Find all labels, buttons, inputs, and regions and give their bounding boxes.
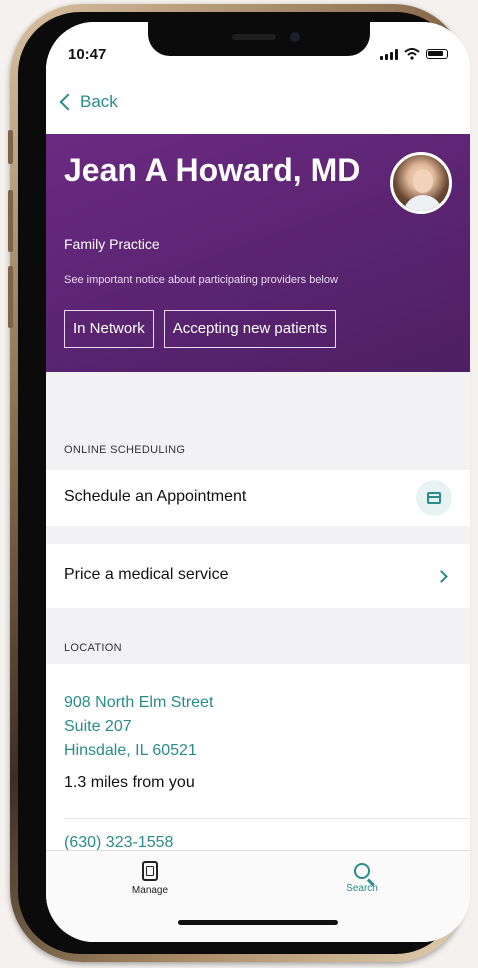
avatar-face [413,169,433,193]
home-indicator [178,920,338,925]
price-service-label: Price a medical service [64,566,229,583]
app-screen: 10:47 Back Jean A Howard, MD Family Prac… [46,22,470,942]
tab-bar: Manage Search [46,850,470,942]
address-line-suite[interactable]: Suite 207 [64,718,132,736]
signal-icon [380,48,398,60]
calendar-icon [427,492,441,504]
status-icons [380,48,448,60]
front-camera [290,32,300,42]
avatar-shirt [403,195,443,211]
address-line-street[interactable]: 908 North Elm Street [64,694,213,712]
price-service-row[interactable]: Price a medical service [46,544,470,608]
wifi-icon [404,48,420,60]
manage-icon [142,861,158,881]
in-network-badge: In Network [64,310,154,348]
online-scheduling-label: ONLINE SCHEDULING [64,444,186,456]
schedule-appointment-label: Schedule an Appointment [64,488,247,505]
chevron-left-icon [59,93,77,111]
mute-switch [8,130,13,164]
address-line-city[interactable]: Hinsdale, IL 60521 [64,742,197,760]
distance-text: 1.3 miles from you [64,774,195,791]
tab-manage-label: Manage [131,885,169,896]
back-button[interactable]: Back [58,92,118,112]
divider [64,818,470,819]
volume-up-button [8,190,13,252]
status-time: 10:47 [68,46,107,63]
back-label: Back [80,92,118,111]
location-label: LOCATION [64,642,122,654]
tab-search[interactable]: Search [322,861,402,894]
participating-notice[interactable]: See important notice about participating… [64,274,338,286]
provider-tags: In Network Accepting new patients [64,310,336,348]
provider-name: Jean A Howard, MD [64,152,361,188]
detail-content: ONLINE SCHEDULING Schedule an Appointmen… [46,372,470,851]
notch [148,22,370,56]
tab-manage[interactable]: Manage [110,861,190,896]
search-icon [354,863,370,879]
nav-bar: Back [46,74,470,134]
avatar [390,152,452,214]
provider-header: Jean A Howard, MD Family Practice See im… [46,134,470,372]
speaker-grille [232,34,276,40]
accepting-patients-badge: Accepting new patients [163,310,336,348]
volume-down-button [8,266,13,328]
battery-icon [426,49,448,59]
tab-search-label: Search [346,883,378,894]
provider-specialty: Family Practice [64,236,160,252]
calendar-button[interactable] [416,480,452,516]
schedule-appointment-row[interactable]: Schedule an Appointment [46,470,470,526]
chevron-right-icon [435,570,448,583]
device-mockup: 10:47 Back Jean A Howard, MD Family Prac… [0,0,478,968]
location-block: 908 North Elm Street Suite 207 Hinsdale,… [46,664,470,851]
